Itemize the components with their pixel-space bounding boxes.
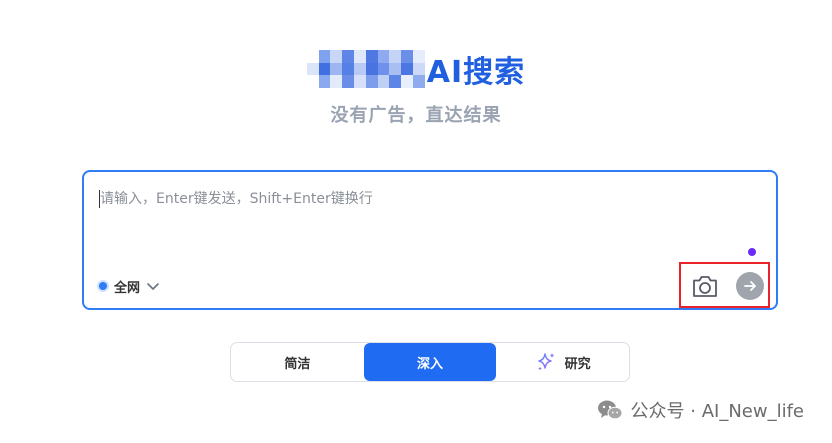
page-subtitle: 没有广告，直达结果 — [330, 105, 502, 126]
wechat-icon — [597, 400, 623, 420]
search-scope-selector[interactable]: 全网 — [99, 276, 160, 296]
logo-row: AI搜索 — [0, 44, 832, 94]
mode-tab-label: 研究 — [564, 356, 591, 372]
search-input[interactable] — [98, 186, 742, 250]
watermark-text: 公众号 · AI_New_life — [630, 401, 804, 422]
mode-tab-label: 深入 — [417, 356, 444, 372]
arrow-right-icon — [744, 281, 756, 291]
scope-indicator-dot — [99, 282, 107, 290]
send-button[interactable] — [736, 272, 764, 300]
text-caret — [99, 190, 100, 208]
search-box: 全网 — [82, 170, 778, 310]
sparkle-icon — [537, 353, 555, 371]
mode-tab-research[interactable]: 研究 — [496, 343, 629, 381]
mode-tab-label: 简洁 — [284, 356, 311, 372]
page-title: AI搜索 — [426, 55, 526, 90]
blurred-logo — [306, 50, 425, 88]
watermark: 公众号 · AI_New_life — [597, 398, 804, 422]
mode-tab-deep[interactable]: 深入 — [363, 343, 497, 381]
camera-icon[interactable] — [691, 273, 719, 299]
status-dot — [748, 248, 756, 256]
chevron-down-icon — [147, 283, 159, 290]
mode-tab-concise[interactable]: 简洁 — [231, 343, 364, 381]
search-mode-tabs: 简洁 深入 研究 — [230, 342, 630, 382]
scope-label: 全网 — [114, 280, 141, 296]
